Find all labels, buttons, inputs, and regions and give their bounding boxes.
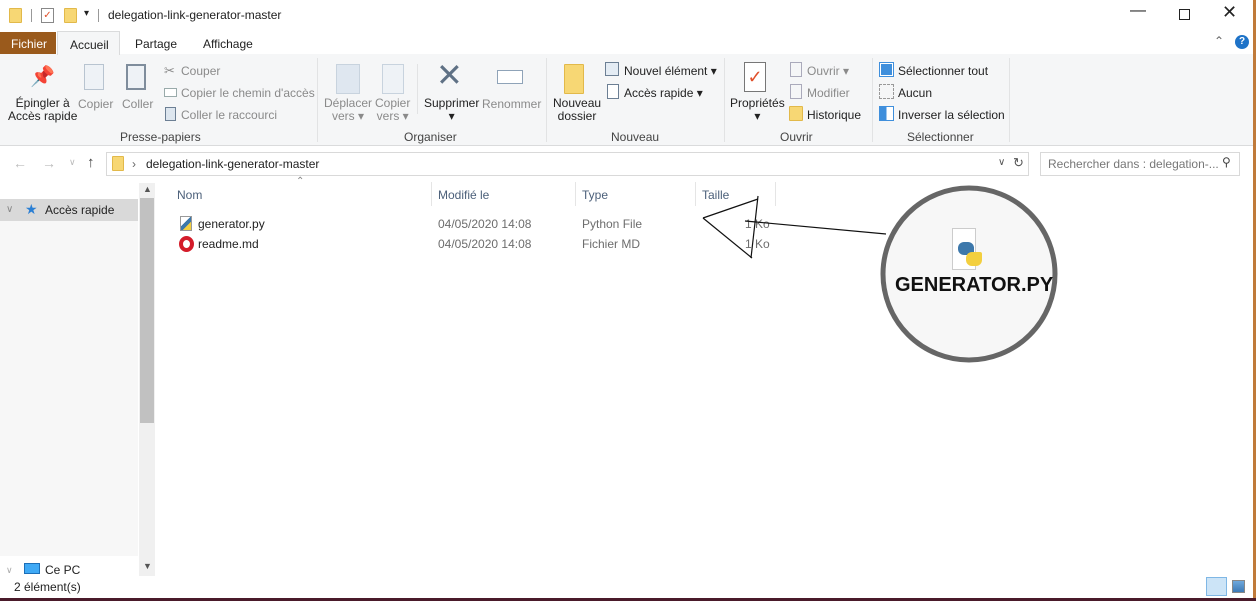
arrow-line [702, 198, 759, 219]
arrow-line [750, 195, 759, 259]
tab-label: Accueil [70, 38, 109, 52]
arrow-line [744, 220, 887, 235]
status-item-count: 2 élément(s) [14, 580, 81, 594]
tab-accueil[interactable]: Accueil [57, 31, 120, 55]
arrow-line [702, 217, 753, 259]
details-view-button[interactable] [1206, 577, 1227, 596]
large-icons-view-button[interactable] [1232, 580, 1245, 593]
callout-label: GENERATOR.PY [895, 274, 1054, 296]
annotation-arrow [702, 185, 1058, 363]
python-file-icon [952, 228, 982, 270]
